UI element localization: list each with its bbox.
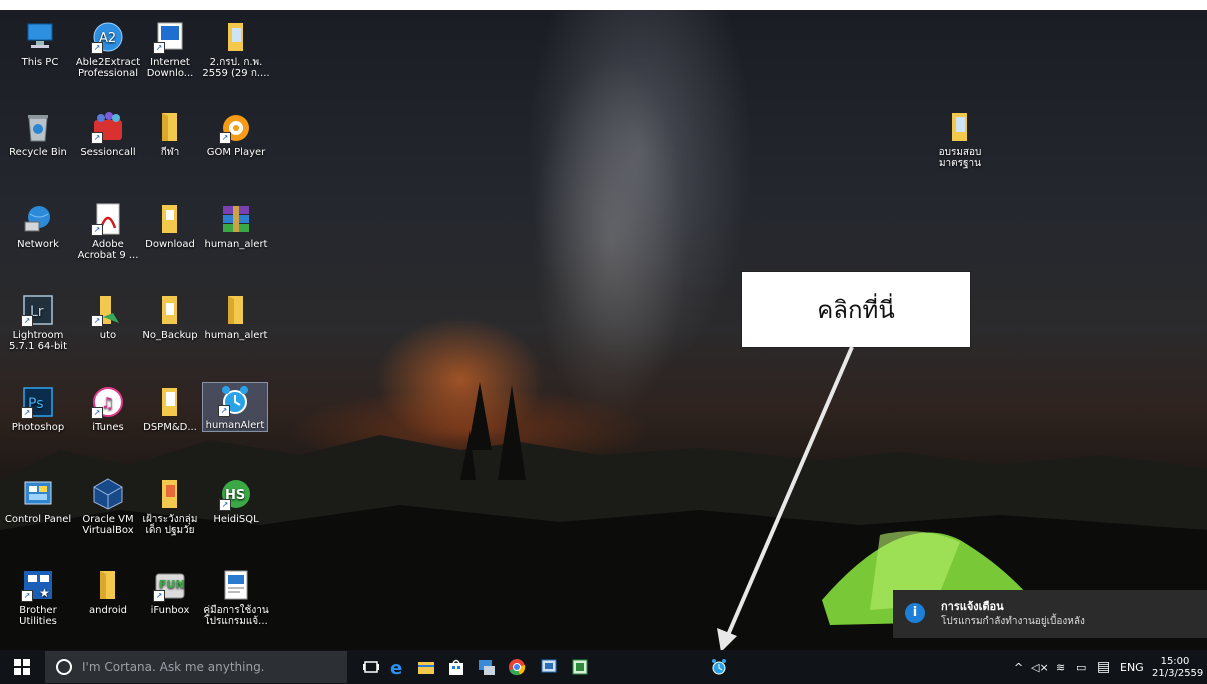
cortana-search-box[interactable]: I'm Cortana. Ask me anything.	[45, 651, 347, 683]
start-button[interactable]	[14, 659, 30, 675]
volume-muted-icon[interactable]: ◁×	[1031, 650, 1049, 684]
spreadsheet-app-icon[interactable]	[571, 658, 589, 676]
cortana-icon	[56, 659, 72, 675]
notification-toast[interactable]: i การแจ้งเตือน โปรแกรมกำลังทำงานอยู่เบื้…	[893, 590, 1207, 638]
monitor-app-icon[interactable]	[540, 658, 558, 676]
show-hidden-icons-icon[interactable]: ^	[1014, 650, 1023, 684]
task-view-icon[interactable]	[362, 658, 380, 676]
callout-arrow	[717, 346, 854, 652]
file-explorer-icon[interactable]	[417, 658, 435, 676]
search-placeholder: I'm Cortana. Ask me anything.	[82, 660, 265, 674]
notification-title: การแจ้งเตือน	[941, 600, 1004, 613]
remote-app-icon[interactable]	[478, 658, 496, 676]
notification-message: โปรแกรมกำลังทำงานอยู่เบื้องหลัง	[941, 616, 1085, 627]
svg-text:e: e	[390, 658, 402, 676]
clock-time: 15:00	[1160, 656, 1190, 667]
input-language[interactable]: ENG	[1120, 650, 1144, 684]
screen: This PC Recycle Bin Network Lr ↗ Lightro…	[0, 0, 1207, 684]
chrome-icon[interactable]	[508, 658, 526, 676]
info-icon: i	[905, 603, 925, 623]
taskbar: I'm Cortana. Ask me anything. e ^ ◁× ≋ ▭…	[0, 650, 1207, 684]
humanalert-taskbar-icon[interactable]	[710, 658, 728, 676]
system-clock[interactable]: 15:00 21/3/2559	[1152, 656, 1204, 680]
edge-icon[interactable]: e	[388, 658, 406, 676]
battery-icon[interactable]: ▭	[1076, 650, 1086, 684]
wifi-icon[interactable]: ≋	[1056, 650, 1065, 684]
action-center-icon[interactable]: ▤	[1097, 650, 1110, 684]
store-icon[interactable]	[447, 658, 465, 676]
clock-date: 21/3/2559	[1152, 668, 1204, 679]
